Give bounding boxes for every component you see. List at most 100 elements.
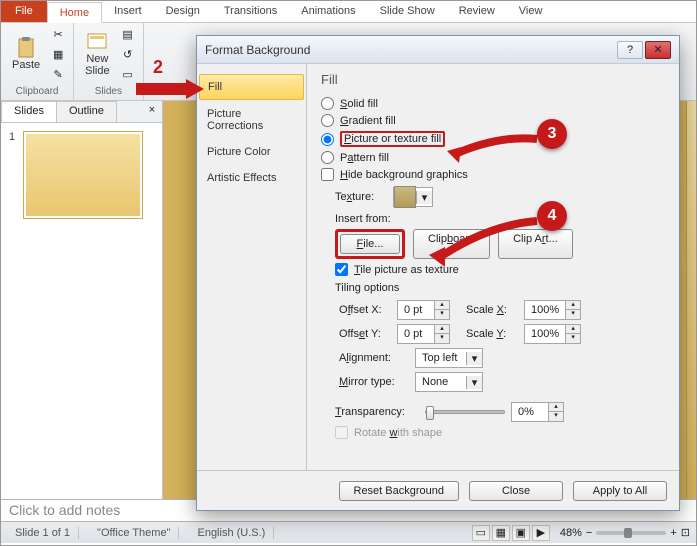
layout-button[interactable]: ▤	[119, 25, 137, 43]
nav-artistic-effects[interactable]: Artistic Effects	[199, 166, 304, 190]
label-pattern-fill: Pattern fill	[340, 152, 389, 164]
nav-fill[interactable]: Fill	[199, 74, 304, 100]
radio-picture-fill[interactable]	[321, 133, 334, 146]
pane-tab-slides[interactable]: Slides	[1, 101, 57, 122]
tab-view[interactable]: View	[507, 1, 555, 22]
format-background-dialog: Format Background ? ✕ Fill Picture Corre…	[196, 35, 680, 511]
annotation-4: 4	[537, 201, 567, 231]
texture-swatch	[394, 186, 416, 208]
chevron-down-icon: ▾	[466, 376, 482, 389]
tab-home[interactable]: Home	[47, 2, 102, 23]
zoom-out-button[interactable]: −	[586, 527, 592, 539]
dialog-titlebar[interactable]: Format Background ? ✕	[197, 36, 679, 64]
new-slide-button[interactable]: New Slide	[80, 25, 114, 83]
fill-heading: Fill	[321, 72, 665, 87]
close-button[interactable]: Close	[469, 481, 563, 501]
transparency-slider[interactable]	[425, 410, 505, 414]
zoom-fit-button[interactable]: ⊡	[681, 526, 690, 539]
close-icon: ×	[149, 104, 155, 116]
group-clipboard: Paste ✂ ▦ ✎ Clipboard	[1, 23, 74, 100]
normal-view-icon: ▭	[476, 526, 486, 539]
format-painter-button[interactable]: ✎	[49, 65, 67, 83]
pane-tabs: Slides Outline ×	[1, 101, 162, 123]
offset-y-input[interactable]: 0 pt▴▾	[397, 324, 450, 344]
apply-all-button[interactable]: Apply to All	[573, 481, 667, 501]
texture-dropdown[interactable]: ▾	[393, 187, 433, 207]
tab-transitions[interactable]: Transitions	[212, 1, 289, 22]
check-tile[interactable]	[335, 263, 348, 276]
reset-background-button[interactable]: Reset Background	[339, 481, 460, 501]
file-button[interactable]: File...	[340, 234, 400, 254]
zoom-in-button[interactable]: +	[670, 527, 676, 539]
paste-button[interactable]: Paste	[7, 25, 45, 83]
dialog-close-button[interactable]: ✕	[645, 41, 671, 59]
tab-file[interactable]: File	[1, 1, 47, 22]
cut-button[interactable]: ✂	[49, 25, 67, 43]
radio-gradient-fill[interactable]	[321, 114, 334, 127]
mirror-dropdown[interactable]: None▾	[415, 372, 483, 392]
label-picture-fill: Picture or texture fill	[340, 131, 445, 147]
zoom-thumb[interactable]	[624, 528, 632, 538]
tab-slideshow[interactable]: Slide Show	[368, 1, 447, 22]
section-button[interactable]: ▭	[119, 65, 137, 83]
spin-up-icon[interactable]: ▴	[566, 301, 580, 310]
alignment-dropdown[interactable]: Top left▾	[415, 348, 483, 368]
copy-button[interactable]: ▦	[49, 45, 67, 63]
group-title-slides: Slides	[95, 86, 122, 98]
offset-x-input[interactable]: 0 pt▴▾	[397, 300, 450, 320]
pane-tab-outline[interactable]: Outline	[56, 101, 117, 122]
dialog-help-button[interactable]: ?	[617, 41, 643, 59]
spin-down-icon[interactable]: ▾	[566, 310, 580, 319]
spin-up-icon[interactable]: ▴	[566, 325, 580, 334]
dialog-footer: Reset Background Close Apply to All	[197, 470, 679, 510]
check-hide-bg[interactable]	[321, 168, 334, 181]
slideshow-view-button[interactable]: ▶	[532, 525, 550, 541]
chevron-down-icon: ▾	[466, 352, 482, 365]
label-rotate: Rotate with shape	[354, 427, 442, 439]
spin-up-icon[interactable]: ▴	[549, 403, 563, 412]
label-solid-fill: Solid fill	[340, 98, 378, 110]
group-title-clipboard: Clipboard	[16, 86, 59, 98]
reading-view-button[interactable]: ▣	[512, 525, 530, 541]
annotation-arrow-3	[447, 133, 541, 166]
zoom-control: 48% − + ⊡	[560, 526, 690, 539]
section-icon: ▭	[122, 68, 132, 81]
nav-picture-corrections[interactable]: Picture Corrections	[199, 102, 304, 138]
pane-close-button[interactable]: ×	[142, 101, 162, 122]
spin-up-icon[interactable]: ▴	[435, 301, 449, 310]
radio-solid-fill[interactable]	[321, 97, 334, 110]
radio-pattern-fill[interactable]	[321, 151, 334, 164]
ribbon-tabs: File Home Insert Design Transitions Anim…	[1, 1, 696, 23]
reset-button[interactable]: ↺	[119, 45, 137, 63]
close-icon: ✕	[653, 43, 662, 56]
alignment-label: Alignment:	[339, 352, 409, 364]
spin-down-icon[interactable]: ▾	[435, 310, 449, 319]
dialog-nav: Fill Picture Corrections Picture Color A…	[197, 64, 307, 470]
tab-review[interactable]: Review	[447, 1, 507, 22]
tiling-options-label: Tiling options	[335, 282, 665, 294]
layout-icon: ▤	[122, 28, 132, 41]
scale-x-input[interactable]: 100%▴▾	[524, 300, 581, 320]
slider-handle[interactable]	[426, 406, 434, 420]
spin-up-icon[interactable]: ▴	[435, 325, 449, 334]
zoom-slider[interactable]	[596, 531, 666, 535]
help-icon: ?	[627, 44, 633, 56]
editor-edge	[686, 101, 696, 499]
spin-down-icon[interactable]: ▾	[566, 334, 580, 343]
spin-down-icon[interactable]: ▾	[549, 412, 563, 421]
sorter-view-button[interactable]: ▦	[492, 525, 510, 541]
statusbar: Slide 1 of 1 "Office Theme" English (U.S…	[1, 521, 696, 543]
spin-down-icon[interactable]: ▾	[435, 334, 449, 343]
tab-insert[interactable]: Insert	[102, 1, 154, 22]
transparency-input[interactable]: 0%▴▾	[511, 402, 564, 422]
normal-view-button[interactable]: ▭	[472, 525, 490, 541]
nav-picture-color[interactable]: Picture Color	[199, 140, 304, 164]
annotation-arrow-4	[427, 215, 541, 272]
tab-design[interactable]: Design	[154, 1, 212, 22]
tab-animations[interactable]: Animations	[289, 1, 367, 22]
scale-y-input[interactable]: 100%▴▾	[524, 324, 581, 344]
reset-icon: ↺	[123, 48, 132, 61]
check-rotate	[335, 426, 348, 439]
slide-thumb-1[interactable]: 1	[9, 131, 154, 219]
slides-pane: Slides Outline × 1	[1, 101, 163, 499]
